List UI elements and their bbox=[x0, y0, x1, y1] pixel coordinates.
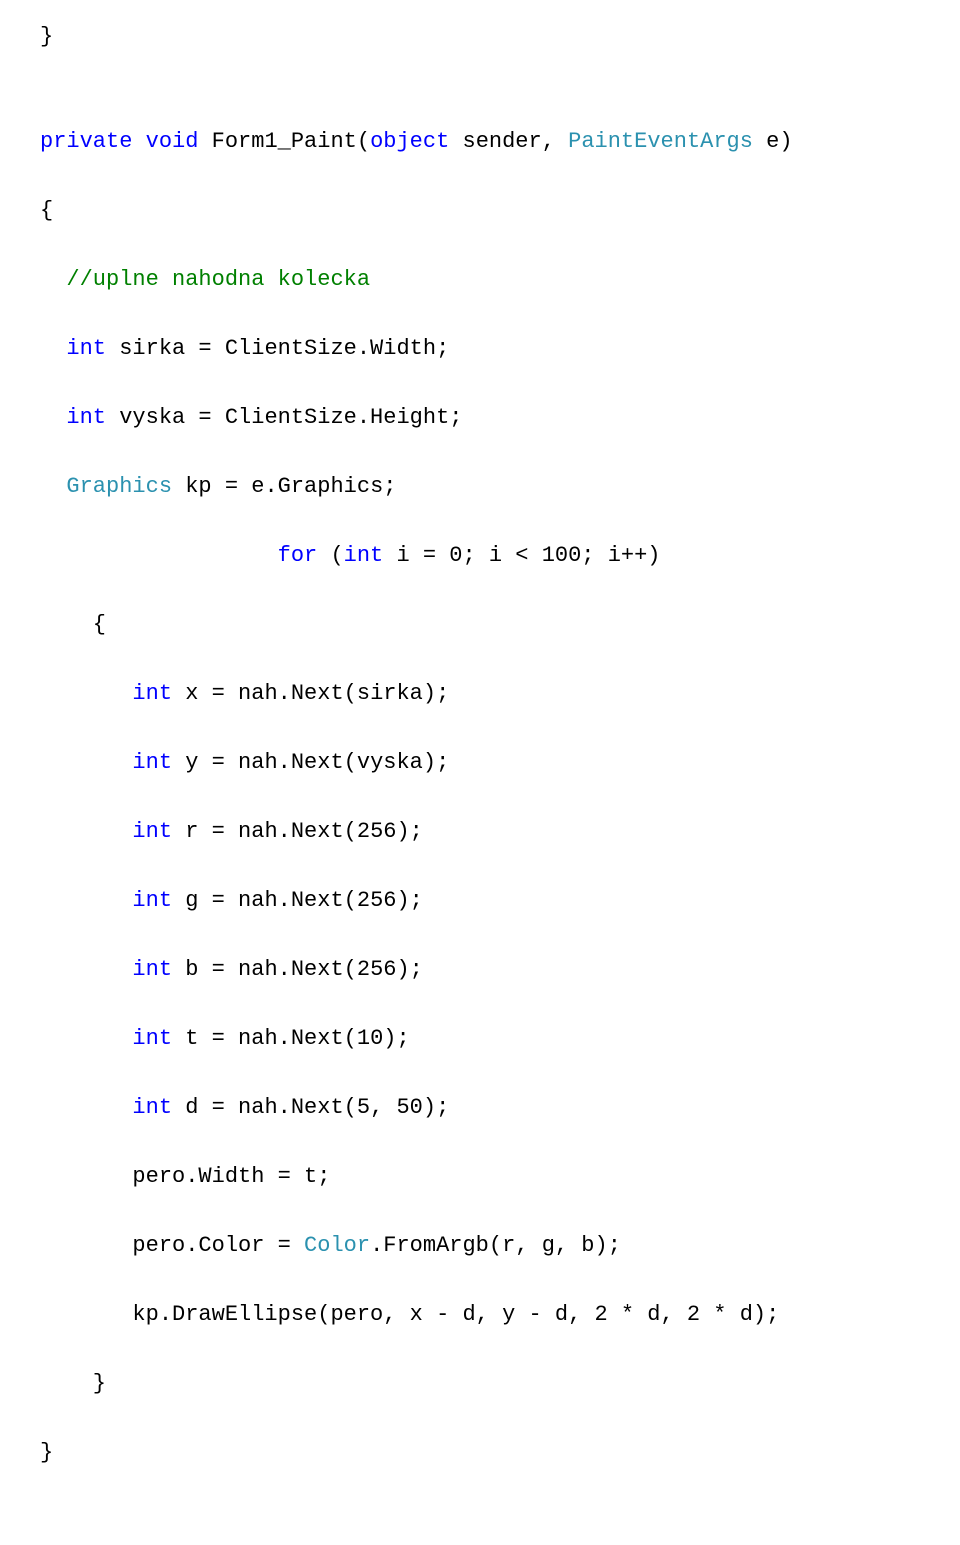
indent bbox=[40, 1026, 132, 1051]
keyword-int: int bbox=[132, 750, 172, 775]
code-line: } bbox=[40, 20, 920, 53]
indent bbox=[40, 750, 132, 775]
brace-open: { bbox=[40, 198, 53, 223]
code-line: int b = nah.Next(256); bbox=[40, 953, 920, 986]
code-line: } bbox=[40, 1367, 920, 1400]
keyword-int: int bbox=[132, 957, 172, 982]
code-line: for (int i = 0; i < 100; i++) bbox=[40, 539, 920, 572]
indent bbox=[40, 405, 66, 430]
code-line: int x = nah.Next(sirka); bbox=[40, 677, 920, 710]
text: vyska = ClientSize.Height; bbox=[106, 405, 462, 430]
text: kp.DrawEllipse(pero, x - d, y - d, 2 * d… bbox=[40, 1302, 779, 1327]
text: pero.Color = bbox=[40, 1233, 304, 1258]
indent bbox=[40, 336, 66, 361]
code-line: int y = nah.Next(vyska); bbox=[40, 746, 920, 779]
keyword-int: int bbox=[66, 336, 106, 361]
text: .FromArgb(r, g, b); bbox=[370, 1233, 621, 1258]
text: t = nah.Next(10); bbox=[172, 1026, 410, 1051]
code-line: pero.Color = Color.FromArgb(r, g, b); bbox=[40, 1229, 920, 1262]
code-line: int t = nah.Next(10); bbox=[40, 1022, 920, 1055]
code-line: pero.Width = t; bbox=[40, 1160, 920, 1193]
indent bbox=[40, 957, 132, 982]
text: g = nah.Next(256); bbox=[172, 888, 423, 913]
text: x = nah.Next(sirka); bbox=[172, 681, 449, 706]
code-line: int vyska = ClientSize.Height; bbox=[40, 401, 920, 434]
code-line: int g = nah.Next(256); bbox=[40, 884, 920, 917]
keyword-int: int bbox=[132, 681, 172, 706]
keyword-for: for bbox=[278, 543, 318, 568]
code-line: { bbox=[40, 194, 920, 227]
indent bbox=[40, 819, 132, 844]
indent bbox=[40, 681, 132, 706]
indent bbox=[40, 1095, 132, 1120]
text: d = nah.Next(5, 50); bbox=[172, 1095, 449, 1120]
code-line: } bbox=[40, 1436, 920, 1469]
code-line: int d = nah.Next(5, 50); bbox=[40, 1091, 920, 1124]
keyword-int: int bbox=[132, 888, 172, 913]
text: ( bbox=[317, 543, 343, 568]
text: y = nah.Next(vyska); bbox=[172, 750, 449, 775]
brace-close: } bbox=[40, 24, 53, 49]
text bbox=[132, 129, 145, 154]
keyword-int: int bbox=[132, 819, 172, 844]
brace-open: { bbox=[40, 612, 106, 637]
text: pero.Width = t; bbox=[40, 1164, 330, 1189]
type-graphics: Graphics bbox=[66, 474, 172, 499]
keyword-int: int bbox=[132, 1095, 172, 1120]
text: sirka = ClientSize.Width; bbox=[106, 336, 449, 361]
text: b = nah.Next(256); bbox=[172, 957, 423, 982]
code-line: int r = nah.Next(256); bbox=[40, 815, 920, 848]
keyword-void: void bbox=[146, 129, 199, 154]
indent bbox=[40, 543, 278, 568]
keyword-int: int bbox=[344, 543, 384, 568]
code-line: Graphics kp = e.Graphics; bbox=[40, 470, 920, 503]
type-color: Color bbox=[304, 1233, 370, 1258]
keyword-object: object bbox=[370, 129, 449, 154]
keyword-int: int bbox=[66, 405, 106, 430]
text: Form1_Paint( bbox=[198, 129, 370, 154]
text: kp = e.Graphics; bbox=[172, 474, 396, 499]
text: e) bbox=[753, 129, 793, 154]
text: sender, bbox=[449, 129, 568, 154]
brace-close: } bbox=[40, 1440, 53, 1465]
code-line: int sirka = ClientSize.Width; bbox=[40, 332, 920, 365]
code-line: private void Form1_Paint(object sender, … bbox=[40, 125, 920, 158]
text: i = 0; i < 100; i++) bbox=[383, 543, 660, 568]
type-painteventargs: PaintEventArgs bbox=[568, 129, 753, 154]
brace-close: } bbox=[40, 1371, 106, 1396]
keyword-int: int bbox=[132, 1026, 172, 1051]
indent bbox=[40, 267, 66, 292]
comment: //uplne nahodna kolecka bbox=[66, 267, 370, 292]
code-line: //uplne nahodna kolecka bbox=[40, 263, 920, 296]
indent bbox=[40, 888, 132, 913]
keyword-private: private bbox=[40, 129, 132, 154]
text: r = nah.Next(256); bbox=[172, 819, 423, 844]
indent bbox=[40, 474, 66, 499]
code-line: kp.DrawEllipse(pero, x - d, y - d, 2 * d… bbox=[40, 1298, 920, 1331]
code-line: { bbox=[40, 608, 920, 641]
